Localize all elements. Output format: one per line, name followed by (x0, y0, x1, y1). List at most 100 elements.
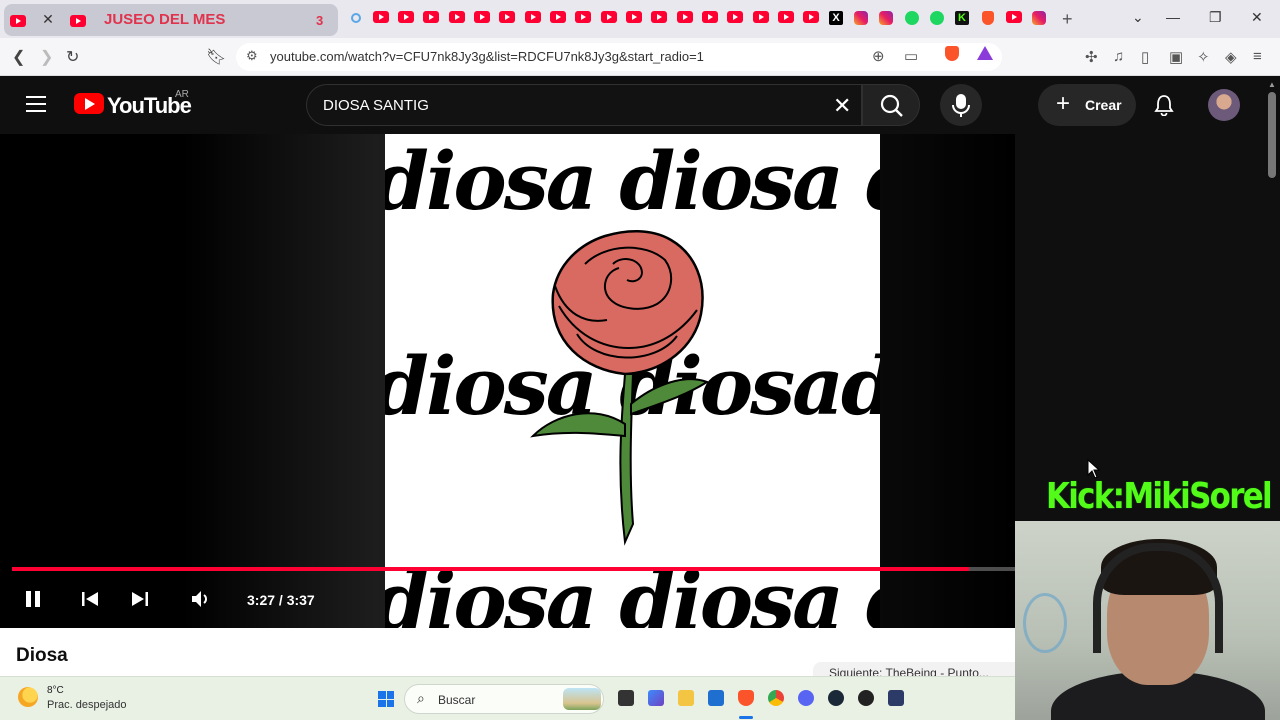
volume-icon[interactable] (189, 588, 211, 610)
video-title: Diosa (16, 645, 68, 666)
rose-illustration (530, 229, 710, 546)
youtube-tab-icon[interactable] (423, 11, 439, 23)
youtube-header: YouTube AR DIOSA SANTIG ✕ + Crear (0, 76, 1280, 134)
reload-icon[interactable]: ↻ (66, 47, 79, 67)
microphone-icon (952, 94, 970, 117)
forward-icon[interactable]: ❯ (40, 47, 53, 67)
wallet-icon[interactable]: ▣ (1169, 48, 1183, 66)
x-tab-icon[interactable]: X (829, 11, 843, 25)
youtube-tab-icon[interactable] (626, 11, 642, 23)
site-info-icon[interactable]: ⚙ (246, 48, 258, 64)
discord-icon[interactable] (798, 690, 814, 706)
progress-played (12, 567, 969, 571)
taskbar-search[interactable]: ⌕ Buscar (404, 684, 604, 714)
progress-bar[interactable] (12, 567, 1015, 571)
youtube-favicon (10, 15, 26, 27)
vpn-icon[interactable]: ◈ (1225, 48, 1237, 66)
window-close-icon[interactable]: ✕ (1251, 9, 1263, 26)
youtube-tab-icon[interactable] (677, 11, 693, 23)
previous-icon[interactable] (79, 588, 101, 610)
spotify-tab-icon[interactable] (905, 11, 919, 25)
weather-description: Prac. despejado (47, 699, 127, 711)
create-button[interactable]: + Crear (1038, 84, 1136, 126)
steam-icon[interactable] (828, 690, 844, 706)
menu-icon[interactable]: ≡ (1253, 48, 1262, 65)
widgets-icon[interactable] (648, 690, 664, 706)
close-tab-icon[interactable]: ✕ (40, 11, 56, 28)
extensions-icon[interactable]: ✣ (1085, 48, 1098, 66)
video-player[interactable]: diosa diosa diosa diosa diosadiosa diosa… (0, 134, 1015, 628)
bookmark-icon[interactable]: 🔖︎ (206, 47, 226, 67)
youtube-tab-icon[interactable] (474, 11, 490, 23)
minimize-icon[interactable]: — (1166, 9, 1180, 25)
taskbar-search-placeholder: Buscar (438, 693, 476, 707)
search-input[interactable]: DIOSA SANTIG ✕ (306, 84, 862, 126)
zoom-icon[interactable]: ⊕ (872, 47, 885, 65)
kick-tab-icon[interactable]: K (955, 11, 969, 25)
youtube-tab-icon[interactable] (702, 11, 718, 23)
windows-start-icon[interactable] (378, 691, 394, 707)
tab-search-chevron-icon[interactable]: ⌄ (1132, 9, 1144, 26)
youtube-tab-icon[interactable] (803, 11, 819, 23)
weather-icon[interactable] (18, 687, 38, 707)
youtube-tab-icon[interactable] (550, 11, 566, 23)
scroll-up-arrow-icon[interactable]: ▲ (1268, 80, 1276, 89)
sidebar-icon[interactable]: ▯ (1141, 48, 1149, 66)
search-query: DIOSA SANTIG (323, 97, 429, 114)
brave-shields-icon[interactable] (945, 46, 959, 61)
active-tab[interactable]: ✕ JUSEO DEL MES 3 (4, 4, 338, 36)
active-tab-title: JUSEO DEL MES (104, 11, 226, 28)
page-scrollbar[interactable] (1268, 92, 1276, 178)
kick-channel-overlay: Kick:MikiSorel (1046, 476, 1273, 517)
leo-ai-icon[interactable]: ✧ (1197, 48, 1210, 66)
guide-menu-icon[interactable] (26, 96, 46, 112)
youtube-tab-icon[interactable] (575, 11, 591, 23)
restore-icon[interactable]: ❐ (1209, 9, 1222, 26)
obs-icon[interactable] (858, 690, 874, 706)
url-text: youtube.com/watch?v=CFU7nk8Jy3g&list=RDC… (270, 49, 704, 64)
voice-search-button[interactable] (940, 84, 982, 126)
youtube-logo-icon[interactable] (74, 93, 104, 114)
time-display: 3:27 / 3:37 (247, 592, 315, 608)
back-icon[interactable]: ❮ (12, 47, 25, 67)
brave-browser-icon[interactable] (738, 690, 754, 706)
youtube-tab-icon[interactable] (601, 11, 617, 23)
file-explorer-icon[interactable] (678, 690, 694, 706)
video-info: Diosa Siguiente: TheBeing - Punto... (0, 628, 1015, 682)
youtube-tab-icon[interactable] (373, 11, 389, 23)
youtube-tab-icon[interactable] (753, 11, 769, 23)
artwork-text-row: diosa diosa diosa (385, 554, 880, 628)
chrome-icon[interactable] (768, 690, 784, 706)
youtube-tab-icon[interactable] (1006, 11, 1022, 23)
pause-icon[interactable] (22, 588, 44, 610)
search-highlight-image (563, 688, 601, 710)
next-icon[interactable] (129, 588, 151, 610)
youtube-tab-icon[interactable] (449, 11, 465, 23)
cast-icon[interactable]: ▭ (904, 47, 918, 65)
youtube-tab-icon[interactable] (499, 11, 515, 23)
youtube-tab-icon[interactable] (778, 11, 794, 23)
clear-search-icon[interactable]: ✕ (833, 93, 851, 119)
account-avatar[interactable] (1208, 89, 1240, 121)
site-favicon[interactable] (351, 13, 361, 23)
new-tab-icon[interactable]: + (1062, 9, 1073, 30)
address-bar[interactable]: ⚙ youtube.com/watch?v=CFU7nk8Jy3g&list=R… (236, 43, 1002, 71)
instagram-tab-icon[interactable] (879, 11, 893, 25)
brave-tab-icon[interactable] (982, 11, 994, 25)
search-button[interactable] (862, 84, 920, 126)
youtube-tab-icon[interactable] (727, 11, 743, 23)
brave-rewards-icon[interactable] (977, 46, 993, 60)
youtube-tab-icon[interactable] (398, 11, 414, 23)
notifications-bell-icon[interactable] (1154, 94, 1174, 116)
app-icon[interactable] (888, 690, 904, 706)
youtube-tab-icon[interactable] (525, 11, 541, 23)
headset (1093, 543, 1223, 653)
youtube-tab-icon[interactable] (651, 11, 667, 23)
media-icon[interactable]: ♫ (1113, 48, 1124, 65)
instagram-tab-icon[interactable] (854, 11, 868, 25)
store-icon[interactable] (708, 690, 724, 706)
instagram-tab-icon[interactable] (1032, 11, 1046, 25)
task-view-icon[interactable] (618, 690, 634, 706)
webcam-overlay (1015, 521, 1280, 720)
spotify-tab-icon[interactable] (930, 11, 944, 25)
